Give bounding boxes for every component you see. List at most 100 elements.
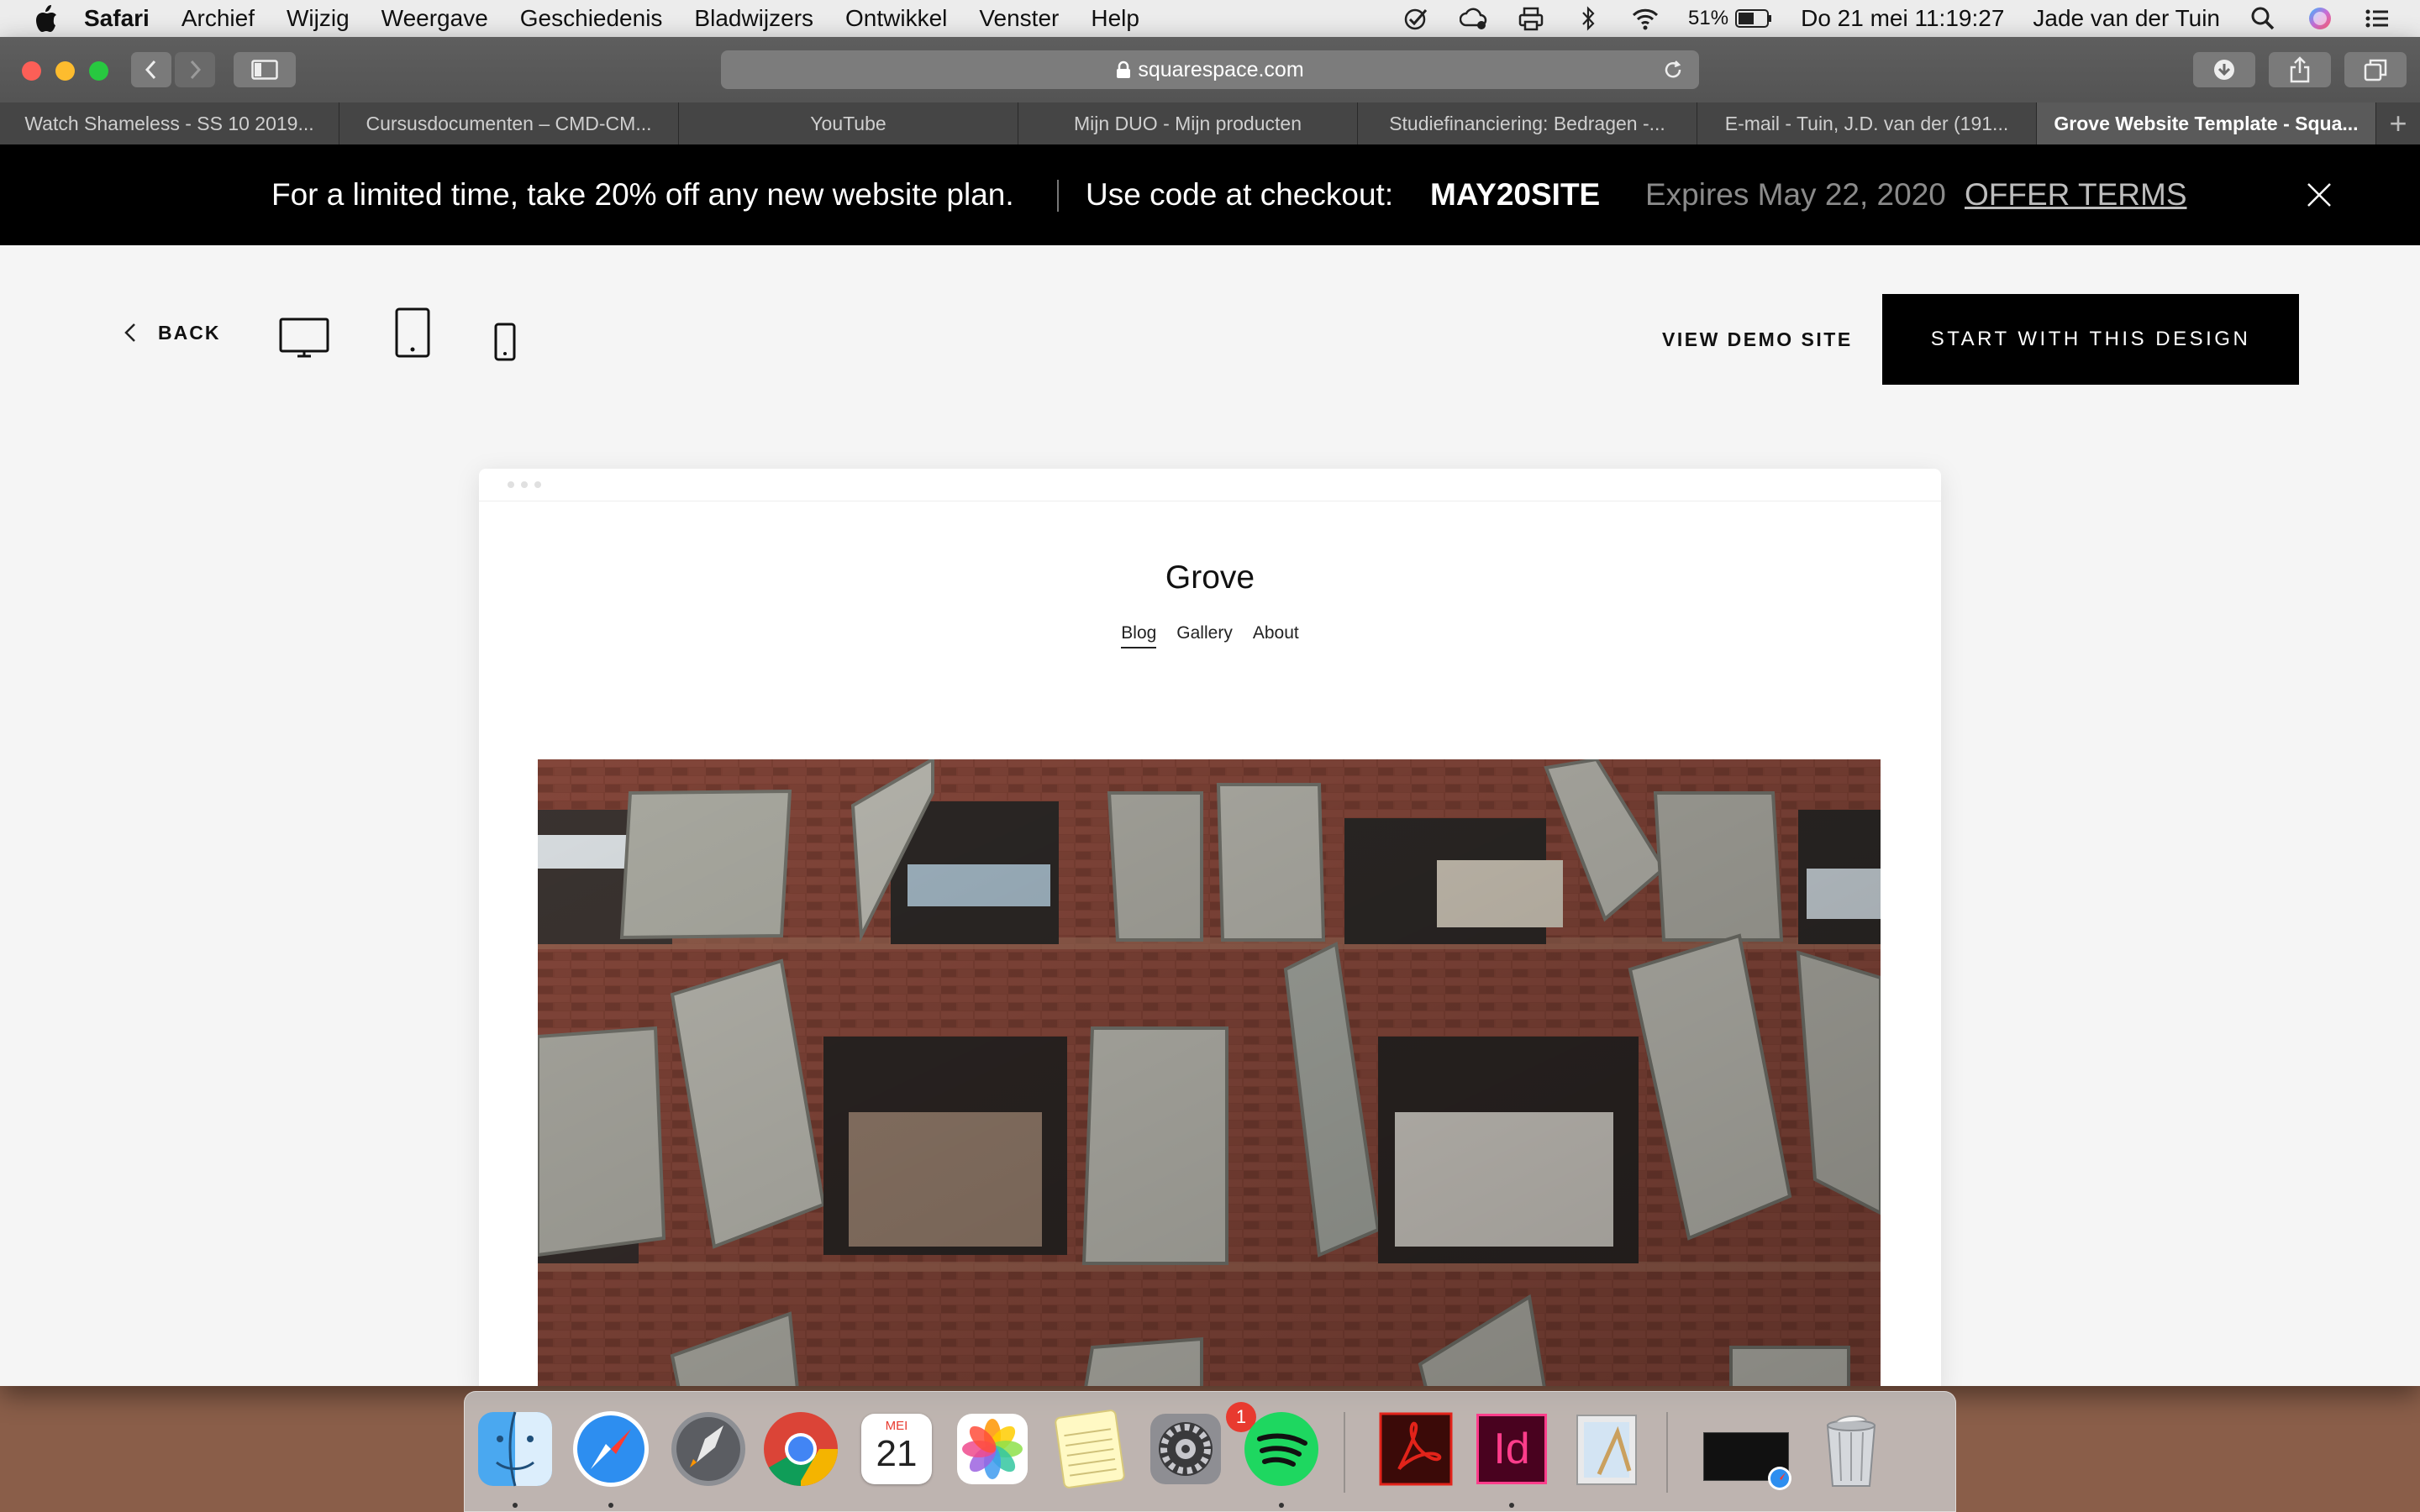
offer-terms-link[interactable]: OFFER TERMS [1965,177,2187,213]
history-back-button[interactable] [131,52,171,87]
promo-divider [1057,180,1059,212]
status-check-icon[interactable] [1402,5,1431,32]
building-shutters-image [538,759,1881,1386]
menu-user[interactable]: Jade van der Tuin [2033,5,2220,32]
share-icon [2290,56,2310,83]
battery-icon [1735,9,1772,28]
tab-bar: Watch Shameless - SS 10 2019... Cursusdo… [0,102,2420,144]
back-label: BACK [158,321,221,344]
view-demo-site-link[interactable]: VIEW DEMO SITE [1662,328,1853,351]
site-nav: Blog Gallery About [479,623,1941,648]
finder-icon[interactable] [473,1407,557,1491]
history-forward-button[interactable] [175,52,215,87]
mobile-view-icon[interactable] [494,323,516,361]
sidebar-toggle-button[interactable] [234,52,296,87]
acrobat-icon[interactable] [1374,1407,1458,1491]
chrome-icon[interactable] [759,1407,843,1491]
photos-icon[interactable] [950,1407,1034,1491]
running-indicator [513,1503,518,1508]
notification-center-icon[interactable] [2363,5,2391,32]
back-button[interactable]: BACK [123,321,220,344]
battery-percent: 51% [1688,7,1729,29]
close-icon[interactable] [2306,181,2333,208]
trash-icon[interactable] [1809,1407,1893,1491]
wifi-icon[interactable] [1631,5,1660,32]
tab-grove-template[interactable]: Grove Website Template - Squa... [2037,102,2376,144]
menu-item-wijzig[interactable]: Wijzig [287,5,350,32]
dock-separator [1666,1412,1668,1493]
reload-icon[interactable] [1662,59,1684,81]
minimize-window-button[interactable] [55,61,75,81]
calendar-icon[interactable]: MEI 21 [855,1407,939,1491]
running-indicator [1509,1503,1514,1508]
tab-shameless[interactable]: Watch Shameless - SS 10 2019... [0,102,339,144]
printer-icon[interactable] [1517,5,1545,32]
frame-dot [508,481,514,488]
close-window-button[interactable] [22,61,41,81]
promo-expiry: Expires May 22, 2020 [1645,177,1946,212]
promo-code: MAY20SITE [1430,177,1601,212]
address-bar-url: squarespace.com [1138,57,1304,81]
preview-frame-header [479,469,1941,501]
browser-toolbar: squarespace.com [0,37,2420,102]
preview-icon[interactable] [1565,1407,1649,1491]
sidebar-icon [251,60,278,80]
chevron-left-icon [145,60,156,80]
template-preview-page: BACK VIEW DEMO SITE START WITH THIS DESI… [0,245,2420,1386]
running-indicator [608,1503,613,1508]
menu-app-name[interactable]: Safari [84,5,150,32]
new-tab-button[interactable]: + [2376,102,2420,144]
start-with-this-design-button[interactable]: START WITH THIS DESIGN [1882,294,2299,385]
tablet-view-icon[interactable] [395,307,430,358]
frame-dot [534,481,541,488]
spotify-icon[interactable] [1239,1407,1323,1491]
menu-item-bladwijzers[interactable]: Bladwijzers [694,5,813,32]
launchpad-icon[interactable] [666,1407,750,1491]
site-nav-about[interactable]: About [1253,623,1299,648]
dock: MEI 21 1 Id [464,1391,1956,1512]
menu-item-help[interactable]: Help [1091,5,1139,32]
apple-menu-icon[interactable] [34,4,59,33]
calendar-day: 21 [876,1433,918,1474]
download-icon [2214,60,2234,80]
site-title[interactable]: Grove [479,559,1941,596]
tab-youtube[interactable]: YouTube [679,102,1018,144]
menu-clock[interactable]: Do 21 mei 11:19:27 [1801,5,2004,32]
tab-cursusdocumenten[interactable]: Cursusdocumenten – CMD-CM... [339,102,679,144]
minimized-window-thumbnail[interactable] [1698,1407,1792,1491]
spotlight-search-icon[interactable] [2249,5,2277,32]
dock-separator [1344,1412,1345,1493]
tab-overview-button[interactable] [2344,52,2407,87]
indesign-icon[interactable]: Id [1470,1407,1554,1491]
siri-icon[interactable] [2306,5,2334,32]
tab-mijn-duo[interactable]: Mijn DUO - Mijn producten [1018,102,1358,144]
tab-studiefinanciering[interactable]: Studiefinanciering: Bedragen -... [1358,102,1697,144]
menu-item-geschiedenis[interactable]: Geschiedenis [520,5,663,32]
address-bar[interactable]: squarespace.com [721,50,1699,89]
promo-code-label: Use code at checkout: [1086,177,1394,212]
downloads-button[interactable] [2193,52,2255,87]
zoom-window-button[interactable] [89,61,108,81]
safari-badge-icon [1768,1467,1791,1490]
notes-icon[interactable] [1048,1407,1132,1491]
system-preferences-icon[interactable] [1144,1407,1228,1491]
desktop-view-icon[interactable] [279,318,329,360]
bluetooth-icon[interactable] [1574,5,1602,32]
battery-status[interactable]: 51% [1688,7,1772,30]
tab-email[interactable]: E-mail - Tuin, J.D. van der (191... [1697,102,2037,144]
menu-item-ontwikkel[interactable]: Ontwikkel [845,5,947,32]
indesign-label: Id [1493,1425,1530,1473]
site-nav-gallery[interactable]: Gallery [1176,623,1233,648]
site-nav-blog[interactable]: Blog [1121,623,1157,648]
safari-icon[interactable] [569,1407,653,1491]
running-indicator [1279,1503,1284,1508]
menu-bar: Safari Archief Wijzig Weergave Geschiede… [0,0,2420,38]
tabs-icon [2364,59,2387,81]
creative-cloud-icon[interactable] [1460,5,1488,32]
menu-item-archief[interactable]: Archief [182,5,255,32]
menu-item-venster[interactable]: Venster [979,5,1059,32]
promo-text: For a limited time, take 20% off any new… [271,177,1014,212]
menu-item-weergave[interactable]: Weergave [381,5,488,32]
share-button[interactable] [2269,52,2331,87]
chevron-right-icon [190,60,202,80]
